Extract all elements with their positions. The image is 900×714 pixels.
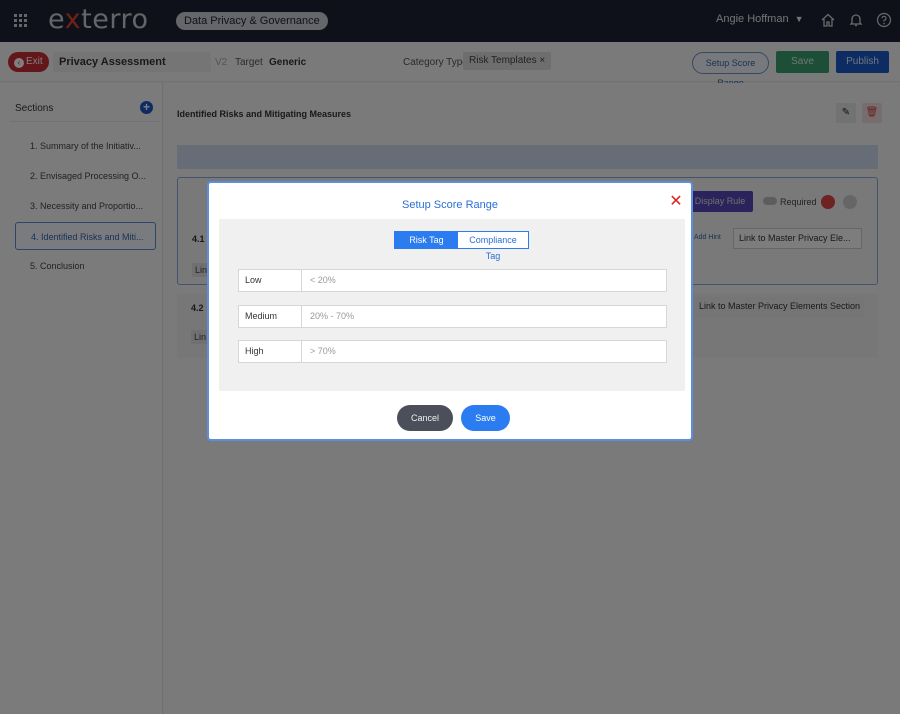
range-row-medium: Medium 20% - 70% — [238, 305, 667, 328]
modal-title: Setup Score Range — [401, 199, 498, 211]
range-label: Medium — [239, 306, 302, 327]
range-label: High — [239, 341, 302, 362]
tag-tabs: Risk Tag Compliance Tag — [394, 231, 529, 261]
modal-body: Risk Tag Compliance Tag Low < 20% Medium… — [219, 219, 685, 391]
modal-save-button[interactable]: Save — [461, 405, 510, 431]
range-input[interactable]: > 70% — [302, 341, 666, 362]
tab-risk-tag[interactable]: Risk Tag — [395, 232, 458, 248]
range-input[interactable]: 20% - 70% — [302, 306, 666, 327]
close-icon[interactable]: ✕ — [669, 194, 683, 210]
range-input[interactable]: < 20% — [302, 270, 666, 291]
range-row-low: Low < 20% — [238, 269, 667, 292]
cancel-button[interactable]: Cancel — [397, 405, 453, 431]
range-row-high: High > 70% — [238, 340, 667, 363]
tab-compliance-tag[interactable]: Compliance Tag — [458, 232, 528, 261]
range-label: Low — [239, 270, 302, 291]
setup-score-range-modal: Setup Score Range ✕ Risk Tag Compliance … — [207, 181, 693, 441]
